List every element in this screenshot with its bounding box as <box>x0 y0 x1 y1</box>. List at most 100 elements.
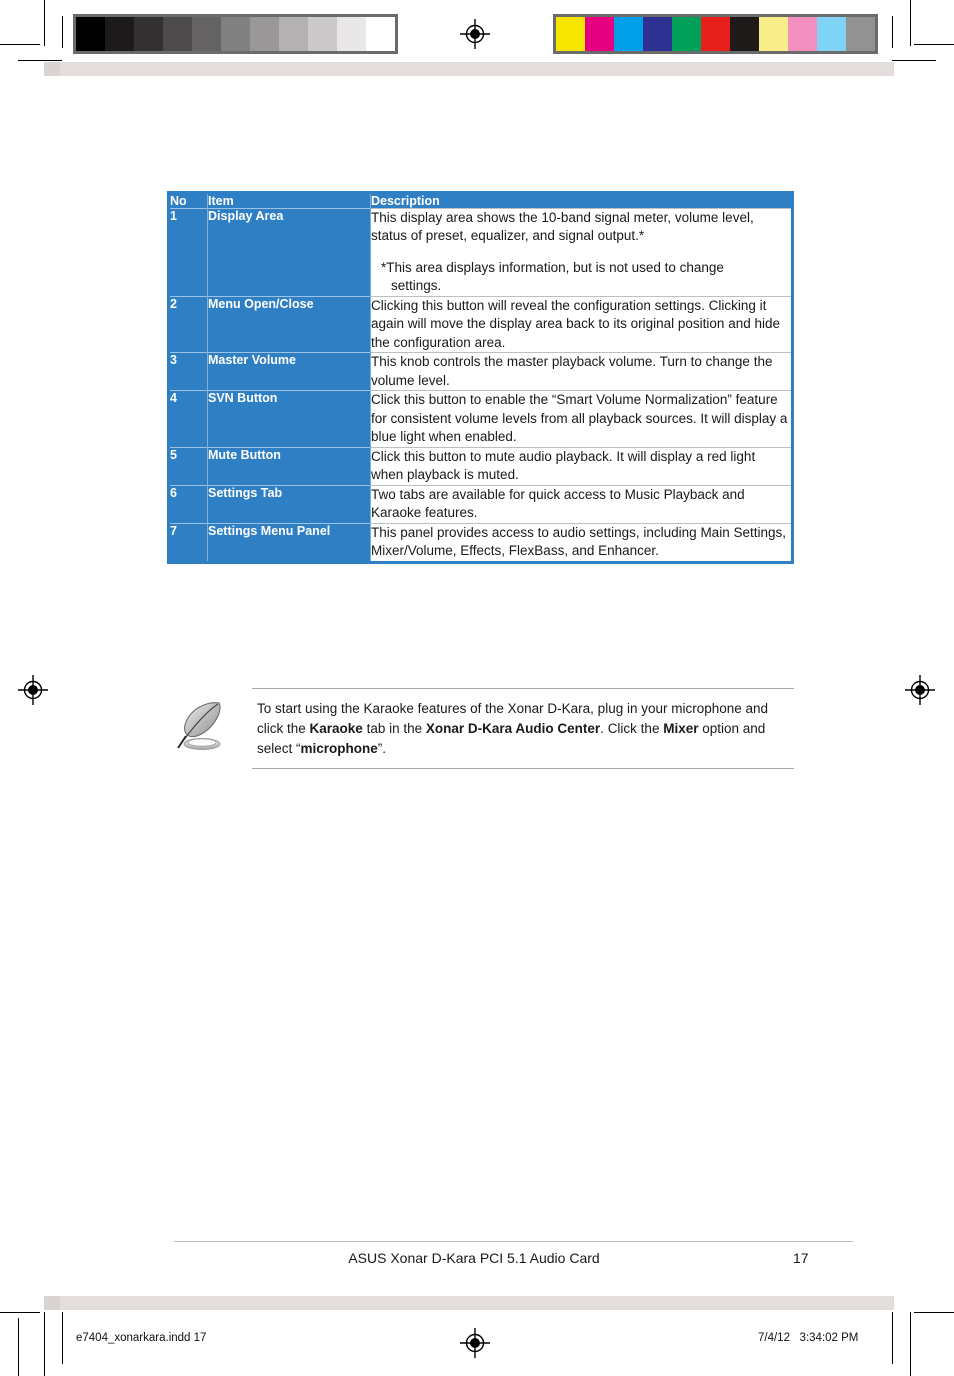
page-band-top-tab <box>44 62 60 76</box>
page-number: 17 <box>793 1250 809 1266</box>
slug-rule-left-outer <box>18 1318 19 1376</box>
crop-mark-bottom-left-horizontal <box>0 1312 40 1313</box>
calibration-swatch <box>730 17 759 51</box>
ui-reference-table: No Item Description 1 Display Area This di… <box>167 191 794 564</box>
calibration-swatch <box>192 17 221 51</box>
table-row: 7 Settings Menu Panel This panel provides … <box>168 522 793 563</box>
calibration-swatch <box>643 17 672 51</box>
note-line3-e: ”. <box>377 740 387 756</box>
cell-description: Two tabs are available for quick access … <box>370 484 793 524</box>
crop-mark-top-right-inner <box>892 16 893 48</box>
table-row: 4 SVN Button Click this button to enable t… <box>168 390 793 448</box>
cell-item-name: SVN Button <box>207 390 371 448</box>
crop-mark-bottom-right-horizontal <box>914 1312 954 1313</box>
page-band-bottom <box>44 1296 894 1310</box>
registration-target-left <box>18 675 48 705</box>
table-row: 5 Mute Button Click this button to mute au… <box>168 446 793 486</box>
crop-mark-top-right-vertical <box>910 0 911 46</box>
cell-item-name: Menu Open/Close <box>207 295 371 353</box>
note-line1: To start using the Karaoke features of t… <box>257 701 668 716</box>
registration-target-right <box>905 675 935 705</box>
calibration-swatch <box>614 17 643 51</box>
calibration-swatch <box>134 17 163 51</box>
cell-description: Clicking this button will reveal the con… <box>370 295 793 353</box>
description-text: Click this button to enable the “Smart V… <box>371 392 788 445</box>
note-text: To start using the Karaoke features of t… <box>252 699 794 759</box>
table-row: 1 Display Area This display area shows the… <box>168 208 793 297</box>
calibration-swatch <box>759 17 788 51</box>
cell-number: 7 <box>168 522 208 563</box>
cell-description: This display area shows the 10-band sign… <box>370 208 793 297</box>
crop-mark-bottom-right-inner <box>892 1312 893 1364</box>
description-text: This panel provides access to audio sett… <box>371 524 786 559</box>
quill-pen-icon <box>169 696 231 758</box>
crop-mark-top-left-horizontal <box>0 44 40 45</box>
note-body: To start using the Karaoke features of t… <box>252 688 794 769</box>
note-karaoke-tab: Karaoke <box>309 720 363 736</box>
page-band-bottom-tab <box>44 1296 60 1310</box>
cell-description: This panel provides access to audio sett… <box>370 522 793 563</box>
description-text: Two tabs are available for quick access … <box>371 486 745 521</box>
calibration-swatch <box>585 17 614 51</box>
cell-item-name: Settings Menu Panel <box>207 522 371 563</box>
cell-number: 4 <box>168 390 208 448</box>
registration-target-bottom-center <box>460 1328 490 1358</box>
column-header-item: Item <box>207 192 371 209</box>
table-row: 6 Settings Tab Two tabs are available for … <box>168 484 793 524</box>
description-footnote-continued: settings. <box>391 278 442 294</box>
column-header-description: Description <box>370 192 793 209</box>
calibration-swatch <box>279 17 308 51</box>
cell-number: 3 <box>168 352 208 391</box>
slug-rule-right-inner <box>910 1318 911 1362</box>
calibration-swatch <box>701 17 730 51</box>
note-audio-center: Xonar D-Kara Audio Center <box>425 720 601 736</box>
cell-item-name: Mute Button <box>207 446 371 486</box>
note-line2-e: . <box>600 720 604 736</box>
calibration-swatch <box>556 17 585 51</box>
crop-mark-top-left-inner <box>62 16 63 48</box>
page-band-top <box>44 62 894 76</box>
cell-item-name: Master Volume <box>207 352 371 391</box>
footer-divider <box>174 1241 853 1242</box>
calibration-swatch <box>788 17 817 51</box>
cell-number: 1 <box>168 208 208 297</box>
cell-number: 2 <box>168 295 208 353</box>
calibration-swatch <box>366 17 395 51</box>
calibration-swatch <box>817 17 846 51</box>
column-header-no: No <box>168 192 208 209</box>
cell-item-name: Settings Tab <box>207 484 371 524</box>
color-calibration-bar <box>553 14 878 54</box>
crop-mark-top-left-inner-h <box>18 60 62 61</box>
calibration-swatch <box>163 17 192 51</box>
note-microphone-value: microphone <box>300 740 378 756</box>
slug-filename: e7404_xonarkara.indd 17 <box>76 1332 207 1344</box>
table-row: 3 Master Volume This knob controls the mas… <box>168 352 793 391</box>
crop-mark-bottom-left-inner <box>62 1312 63 1364</box>
crop-mark-top-left-vertical <box>44 0 45 46</box>
calibration-swatch <box>105 17 134 51</box>
note-line3-a: Click the <box>607 720 664 736</box>
cell-item-name: Display Area <box>207 208 371 297</box>
calibration-swatch <box>221 17 250 51</box>
description-text: This display area shows the 10-band sign… <box>371 210 754 244</box>
crop-mark-top-right-inner-h <box>892 60 936 61</box>
note-callout: To start using the Karaoke features of t… <box>167 688 794 769</box>
calibration-swatch <box>250 17 279 51</box>
crop-mark-top-right-horizontal <box>914 44 954 45</box>
slug-timestamp: 7/4/12 3:34:02 PM <box>758 1332 859 1344</box>
footer-title: ASUS Xonar D-Kara PCI 5.1 Audio Card <box>348 1250 600 1266</box>
note-line2-c: tab in the <box>362 720 426 736</box>
table-row: 2 Menu Open/Close Clicking this button wil… <box>168 295 793 353</box>
cell-description: This knob controls the master playback v… <box>370 352 793 391</box>
description-text: This knob controls the master playback v… <box>371 354 773 388</box>
calibration-swatch <box>846 17 875 51</box>
cell-description: Click this button to enable the “Smart V… <box>370 390 793 448</box>
cell-description: Click this button to mute audio playback… <box>370 446 793 486</box>
table-header-row: No Item Description <box>168 192 793 209</box>
calibration-swatch <box>672 17 701 51</box>
cell-number: 6 <box>168 484 208 524</box>
calibration-swatch <box>337 17 366 51</box>
registration-target-top-center <box>460 19 490 49</box>
description-footnote: *This area displays information, but is … <box>371 259 791 296</box>
slug-rule-left-inner <box>44 1318 45 1362</box>
